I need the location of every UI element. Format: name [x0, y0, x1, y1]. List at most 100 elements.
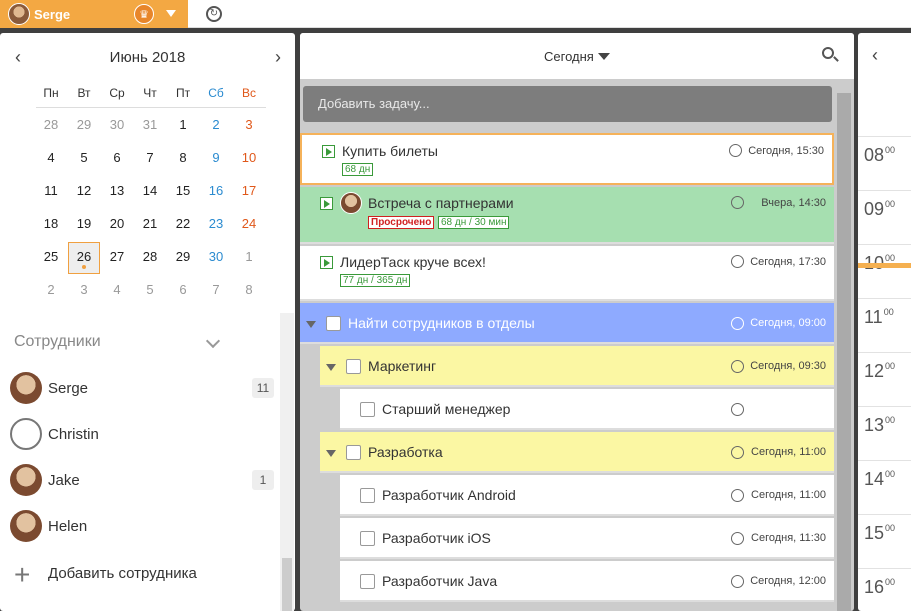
- task-checkbox[interactable]: [360, 530, 375, 546]
- plus-icon[interactable]: +: [14, 561, 30, 589]
- task-title[interactable]: Встреча с партнерами: [368, 195, 514, 211]
- task-checkbox[interactable]: [360, 487, 375, 503]
- task-title[interactable]: Разработчик Java: [382, 573, 497, 589]
- task-checkbox[interactable]: [346, 358, 361, 374]
- add-employee-button[interactable]: Добавить сотрудника: [48, 565, 197, 582]
- chevron-down-icon[interactable]: [205, 333, 221, 349]
- employee-item[interactable]: Serge 11: [0, 365, 280, 411]
- calendar-day[interactable]: 15: [168, 183, 198, 198]
- scrollbar[interactable]: [837, 93, 851, 611]
- calendar-day[interactable]: 30: [201, 249, 231, 264]
- divider: [36, 107, 266, 108]
- calendar-day[interactable]: 14: [135, 183, 165, 198]
- task-title[interactable]: Разработчик iOS: [382, 530, 491, 546]
- calendar-day[interactable]: 4: [102, 282, 132, 297]
- expand-icon[interactable]: [326, 449, 336, 457]
- search-icon[interactable]: [822, 47, 834, 59]
- minutes: 00: [885, 469, 896, 479]
- calendar-day[interactable]: 29: [168, 249, 198, 264]
- task-checkbox[interactable]: [346, 444, 361, 460]
- calendar-day[interactable]: 28: [135, 249, 165, 264]
- calendar-day[interactable]: 26: [69, 249, 99, 264]
- task-title[interactable]: Купить билеты: [342, 143, 438, 159]
- calendar-day[interactable]: 27: [102, 249, 132, 264]
- employee-item[interactable]: Jake 1: [0, 457, 280, 503]
- filter-title[interactable]: Сегодня: [544, 49, 594, 64]
- calendar-day[interactable]: 6: [102, 150, 132, 165]
- calendar-day[interactable]: 30: [102, 117, 132, 132]
- task-checkbox[interactable]: [326, 315, 341, 331]
- task-title[interactable]: ЛидерТаск круче всех!: [340, 254, 486, 270]
- task-checkbox[interactable]: [360, 401, 375, 417]
- calendar-day[interactable]: 2: [201, 117, 231, 132]
- chevron-right-icon[interactable]: ›: [268, 47, 288, 68]
- calendar-day[interactable]: 8: [168, 150, 198, 165]
- task-row[interactable]: Разработчик iOS Сегодня, 11:30: [340, 518, 834, 559]
- task-title[interactable]: Найти сотрудников в отделы: [348, 315, 535, 331]
- calendar-day[interactable]: 17: [234, 183, 264, 198]
- task-row[interactable]: Встреча с партнерами Вчера, 14:30 Просроче…: [300, 187, 834, 244]
- calendar-day[interactable]: 6: [168, 282, 198, 297]
- task-row[interactable]: Маркетинг Сегодня, 09:30: [320, 346, 834, 387]
- caret-down-icon[interactable]: [598, 53, 610, 60]
- task-title[interactable]: Разработка: [368, 444, 443, 460]
- calendar-day[interactable]: 5: [135, 282, 165, 297]
- add-task-input[interactable]: Добавить задачу...: [303, 86, 832, 122]
- calendar-day[interactable]: 21: [135, 216, 165, 231]
- calendar-day[interactable]: 10: [234, 150, 264, 165]
- calendar-day[interactable]: 7: [135, 150, 165, 165]
- task-title[interactable]: Старший менеджер: [382, 401, 510, 417]
- sync-icon[interactable]: ↻: [206, 6, 222, 22]
- play-icon[interactable]: [322, 145, 335, 158]
- calendar-day[interactable]: 3: [234, 117, 264, 132]
- chevron-left-icon[interactable]: ‹: [872, 45, 878, 66]
- task-row[interactable]: Купить билеты Сегодня, 15:30 68 дн: [300, 133, 834, 185]
- task-row[interactable]: Разработчик Java Сегодня, 12:00: [340, 561, 834, 602]
- calendar-day[interactable]: 16: [201, 183, 231, 198]
- play-icon[interactable]: [320, 256, 333, 269]
- calendar-day[interactable]: 4: [36, 150, 66, 165]
- calendar-day[interactable]: 9: [201, 150, 231, 165]
- calendar-day[interactable]: 8: [234, 282, 264, 297]
- task-title[interactable]: Маркетинг: [368, 358, 436, 374]
- calendar-day[interactable]: 1: [168, 117, 198, 132]
- employee-item[interactable]: Helen: [0, 503, 280, 549]
- employee-item[interactable]: Christin: [0, 411, 280, 457]
- task-row[interactable]: Разработка Сегодня, 11:00: [320, 432, 834, 473]
- calendar-day[interactable]: 13: [102, 183, 132, 198]
- hour-label: 0900: [864, 199, 895, 220]
- calendar-day[interactable]: 7: [201, 282, 231, 297]
- crown-icon[interactable]: ♛: [134, 4, 154, 24]
- calendar-day[interactable]: 29: [69, 117, 99, 132]
- task-title[interactable]: Разработчик Android: [382, 487, 516, 503]
- task-row[interactable]: Разработчик Android Сегодня, 11:00: [340, 475, 834, 516]
- calendar-day[interactable]: 12: [69, 183, 99, 198]
- calendar-day[interactable]: 11: [36, 183, 66, 198]
- calendar-day[interactable]: 3: [69, 282, 99, 297]
- hour-label: 1200: [864, 361, 895, 382]
- expand-icon[interactable]: [306, 320, 316, 328]
- play-icon[interactable]: [320, 197, 333, 210]
- calendar-week: 25 26 27 28 29 30 1: [0, 241, 295, 274]
- user-menu[interactable]: Serge ♛: [0, 0, 188, 28]
- calendar-day[interactable]: 18: [36, 216, 66, 231]
- calendar-day[interactable]: 2: [36, 282, 66, 297]
- calendar-day[interactable]: 23: [201, 216, 231, 231]
- calendar-day[interactable]: 28: [36, 117, 66, 132]
- calendar-day[interactable]: 31: [135, 117, 165, 132]
- calendar-day[interactable]: 24: [234, 216, 264, 231]
- calendar-day[interactable]: 25: [36, 249, 66, 264]
- calendar-day[interactable]: 1: [234, 249, 264, 264]
- scrollbar-thumb[interactable]: [282, 558, 292, 611]
- calendar-day[interactable]: 19: [69, 216, 99, 231]
- task-row[interactable]: Старший менеджер: [340, 389, 834, 430]
- task-row[interactable]: Найти сотрудников в отделы Сегодня, 09:00: [300, 303, 834, 344]
- hour-label: 1600: [864, 577, 895, 598]
- task-checkbox[interactable]: [360, 573, 375, 589]
- calendar-day[interactable]: 22: [168, 216, 198, 231]
- task-row[interactable]: ЛидерТаск круче всех! Сегодня, 17:30 77 дн…: [300, 246, 834, 301]
- caret-down-icon[interactable]: [166, 10, 176, 17]
- expand-icon[interactable]: [326, 363, 336, 371]
- calendar-day[interactable]: 5: [69, 150, 99, 165]
- calendar-day[interactable]: 20: [102, 216, 132, 231]
